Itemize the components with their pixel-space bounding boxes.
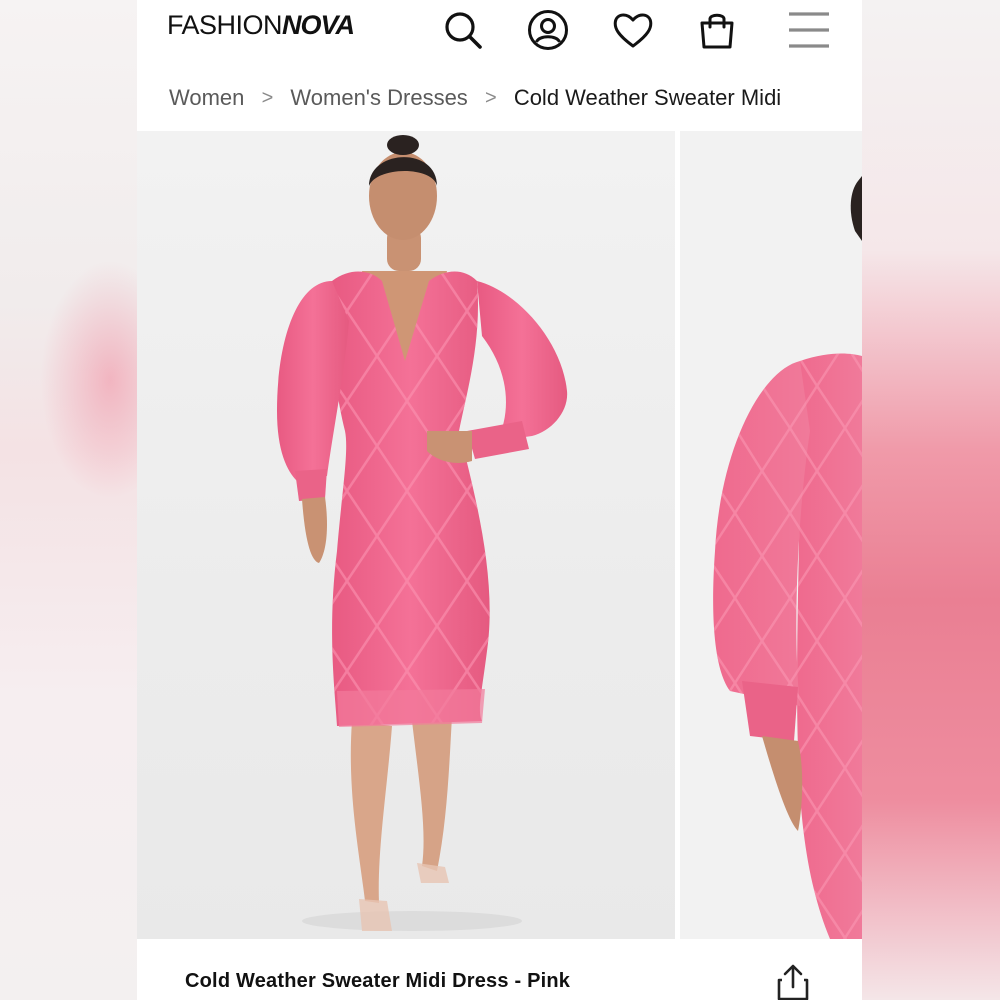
account-icon — [528, 10, 568, 50]
menu-icon — [789, 12, 829, 48]
product-image-carousel[interactable] — [137, 131, 862, 939]
bag-button[interactable] — [695, 8, 739, 52]
share-button[interactable] — [775, 963, 811, 1000]
backdrop-left — [0, 0, 180, 1000]
search-icon — [445, 12, 482, 49]
logo-bold-text: NOVA — [282, 10, 355, 40]
brand-logo[interactable]: FASHIONNOVA — [167, 10, 355, 41]
app-screen: FASHIONNOVA Women > Women's Dresses > Co… — [137, 0, 862, 1000]
breadcrumb-separator: > — [484, 86, 497, 109]
account-button[interactable] — [526, 8, 570, 52]
heart-icon — [613, 13, 653, 48]
breadcrumb-women[interactable]: Women — [169, 85, 244, 111]
model-photo — [277, 135, 568, 931]
top-header: FASHIONNOVA — [137, 0, 862, 64]
product-image-main[interactable] — [137, 131, 675, 939]
product-image-secondary[interactable] — [680, 131, 862, 939]
breadcrumb-current: Cold Weather Sweater Midi — [513, 85, 782, 110]
bag-icon — [700, 13, 734, 49]
menu-button[interactable] — [787, 8, 831, 52]
model-side-photo — [713, 176, 862, 939]
wishlist-button[interactable] — [611, 8, 655, 52]
product-title: Cold Weather Sweater Midi Dress - Pink — [185, 970, 571, 992]
logo-light-text: FASHION — [167, 10, 283, 40]
breadcrumb-womens-dresses[interactable]: Women's Dresses — [290, 85, 467, 111]
breadcrumb-separator: > — [261, 86, 274, 109]
share-icon — [777, 964, 809, 1000]
backdrop-right — [862, 0, 1000, 1000]
breadcrumb: Women > Women's Dresses > Cold Weather S… — [169, 82, 781, 114]
search-button[interactable] — [441, 8, 485, 52]
